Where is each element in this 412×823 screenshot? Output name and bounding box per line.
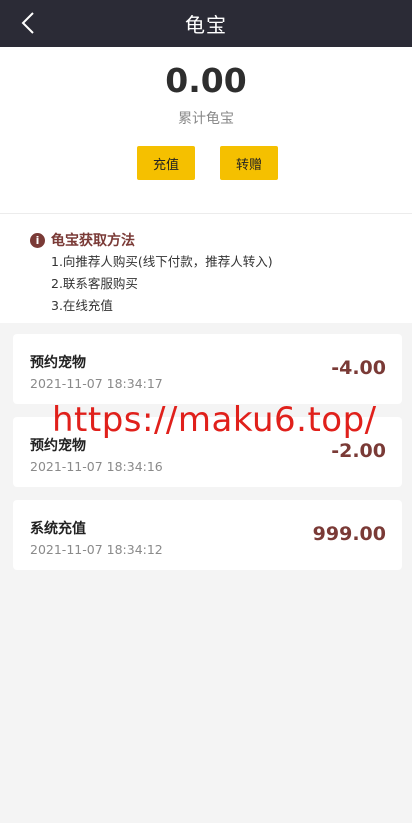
transfer-button[interactable]: 转赠 [220, 146, 278, 180]
recharge-button[interactable]: 充值 [137, 146, 195, 180]
header-bar: 龟宝 [0, 0, 412, 47]
info-section: i 龟宝获取方法 1.向推荐人购买(线下付款，推荐人转入) 2.联系客服购买 3… [0, 214, 412, 323]
chevron-left-icon [21, 12, 34, 34]
record-card[interactable]: 预约宠物 2021-11-07 18:34:17 -4.00 [13, 334, 402, 404]
record-time: 2021-11-07 18:34:12 [30, 542, 163, 557]
record-time: 2021-11-07 18:34:17 [30, 376, 163, 391]
page-title: 龟宝 [185, 13, 227, 37]
record-amount: -2.00 [331, 440, 386, 462]
info-line: 3.在线充值 [51, 298, 113, 313]
record-title: 系统充值 [30, 521, 86, 537]
record-amount: -4.00 [331, 357, 386, 379]
info-line: 2.联系客服购买 [51, 276, 138, 291]
balance-section: 0.00 累计龟宝 充值 转赠 [0, 47, 412, 214]
record-time: 2021-11-07 18:34:16 [30, 459, 163, 474]
record-card[interactable]: 系统充值 2021-11-07 18:34:12 999.00 [13, 500, 402, 570]
page: 龟宝 0.00 累计龟宝 充值 转赠 i 龟宝获取方法 1.向推荐人购买(线下付… [0, 0, 412, 823]
balance-value: 0.00 [165, 61, 247, 100]
info-icon: i [30, 232, 45, 248]
watermark-url: https://maku6.top/ [52, 400, 377, 440]
info-title: 龟宝获取方法 [51, 233, 135, 249]
back-button[interactable] [16, 10, 40, 36]
info-line: 1.向推荐人购买(线下付款，推荐人转入) [51, 254, 273, 269]
balance-label: 累计龟宝 [178, 111, 234, 127]
info-title-row: i 龟宝获取方法 [30, 230, 135, 250]
record-title: 预约宠物 [30, 355, 86, 371]
record-amount: 999.00 [312, 523, 386, 545]
